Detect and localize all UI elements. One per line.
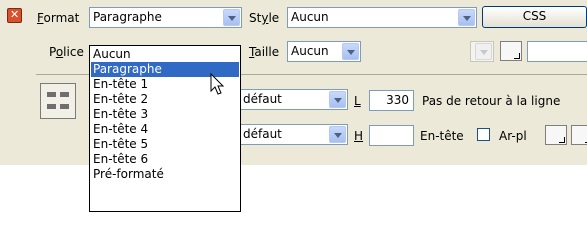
format-select-value: Paragraphe bbox=[93, 10, 162, 24]
format-option[interactable]: En-tête 3 bbox=[91, 107, 239, 122]
width-input[interactable]: 330 bbox=[369, 90, 414, 111]
text-color-field[interactable] bbox=[527, 41, 587, 62]
chevron-down-icon bbox=[475, 43, 492, 60]
chevron-down-icon[interactable] bbox=[329, 126, 346, 143]
chevron-down-icon[interactable] bbox=[223, 9, 240, 26]
style-select-value: Aucun bbox=[291, 10, 329, 24]
vertical-align-value: défaut bbox=[243, 127, 282, 141]
width-label: L bbox=[354, 94, 361, 108]
header-label: En-tête bbox=[420, 129, 464, 143]
style-label: Style bbox=[249, 11, 280, 25]
table-cell-icon bbox=[40, 83, 76, 119]
close-icon[interactable] bbox=[7, 8, 22, 23]
background-color-swatch[interactable] bbox=[545, 125, 567, 145]
format-dropdown-list[interactable]: Aucun Paragraphe En-tête 1 En-tête 2 En-tête… bbox=[89, 45, 241, 212]
format-option[interactable]: Pré-formaté bbox=[91, 167, 239, 182]
width-value: 330 bbox=[386, 93, 409, 107]
format-option[interactable]: En-tête 4 bbox=[91, 122, 239, 137]
background-color-swatch-2[interactable] bbox=[571, 125, 587, 145]
chevron-down-icon[interactable] bbox=[342, 43, 359, 60]
font-label: Police bbox=[49, 45, 84, 59]
chevron-down-icon[interactable] bbox=[458, 9, 475, 26]
height-label: H bbox=[354, 129, 364, 143]
text-color-swatch[interactable] bbox=[500, 41, 522, 61]
css-button-label: CSS bbox=[522, 9, 547, 23]
chevron-down-icon[interactable] bbox=[329, 91, 346, 108]
format-option[interactable]: En-tête 6 bbox=[91, 152, 239, 167]
mouse-cursor-icon bbox=[210, 73, 225, 95]
format-option[interactable]: En-tête 5 bbox=[91, 137, 239, 152]
size-select-value: Aucun bbox=[291, 44, 329, 58]
format-option[interactable]: Aucun bbox=[91, 47, 239, 62]
format-label: Format bbox=[37, 11, 80, 25]
height-input[interactable] bbox=[369, 125, 414, 146]
format-select[interactable]: Paragraphe bbox=[89, 7, 242, 28]
css-button[interactable]: CSS bbox=[482, 6, 587, 28]
header-checkbox[interactable] bbox=[477, 128, 490, 141]
style-select[interactable]: Aucun bbox=[287, 7, 477, 28]
size-label: Taille bbox=[249, 45, 280, 59]
background-label: Ar-pl bbox=[499, 129, 527, 143]
size-unit-select bbox=[470, 41, 494, 62]
nowrap-label: Pas de retour à la ligne bbox=[422, 94, 561, 108]
horizontal-align-value: défaut bbox=[243, 92, 282, 106]
size-select[interactable]: Aucun bbox=[287, 41, 361, 62]
